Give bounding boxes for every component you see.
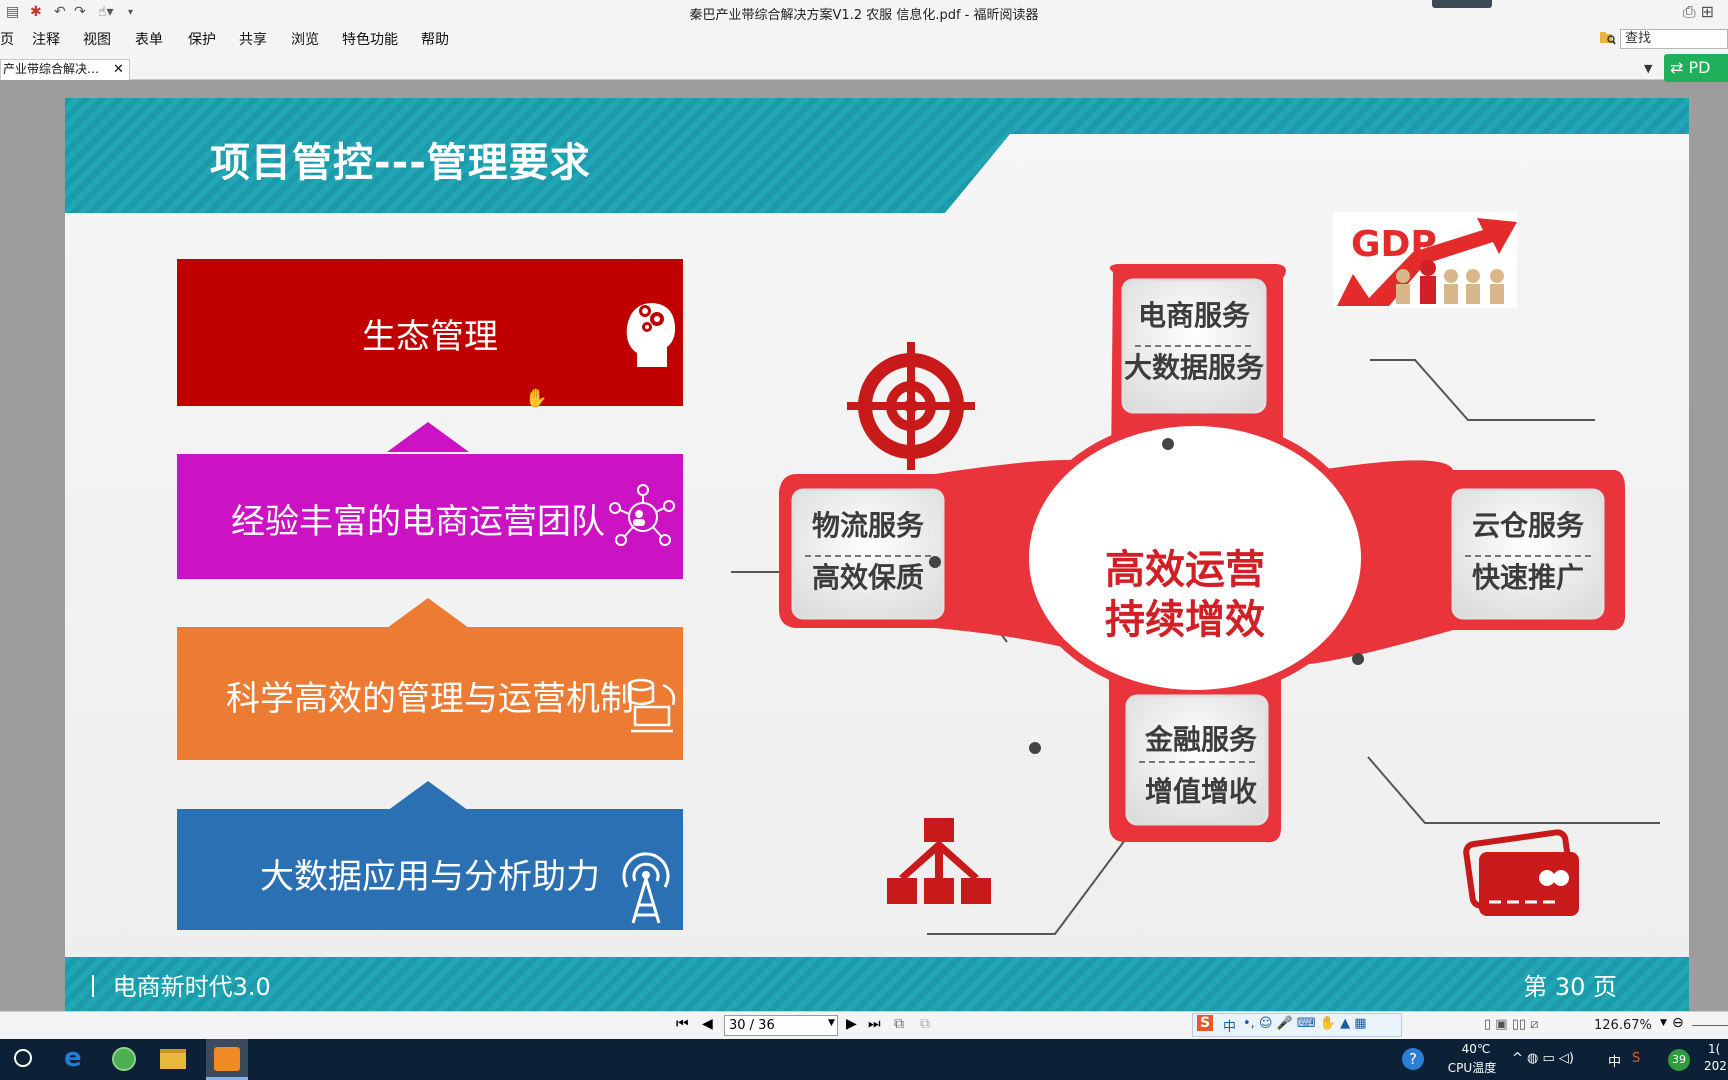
zoom-dropdown-icon[interactable]: ▼ bbox=[1660, 1018, 1667, 1028]
input-method-indicator[interactable]: 中 bbox=[1608, 1051, 1621, 1070]
petal-right: 云仓服务 快速推广 bbox=[1453, 504, 1603, 596]
zoom-slider[interactable] bbox=[1692, 1025, 1728, 1026]
clock-time[interactable]: 1( bbox=[1708, 1042, 1720, 1056]
foxit-taskbar-button[interactable] bbox=[206, 1039, 248, 1080]
petal-left: 物流服务 高效保质 bbox=[793, 504, 943, 596]
tab-label: 产业带综合解决… bbox=[3, 62, 100, 76]
find-folder-icon[interactable] bbox=[1600, 31, 1616, 45]
page-number-input[interactable]: 30 / 36 bbox=[724, 1015, 838, 1036]
ime-mode[interactable]: 中 bbox=[1223, 1016, 1236, 1035]
broadcast-tower-icon bbox=[622, 852, 670, 924]
network-user-icon bbox=[609, 484, 675, 546]
help-icon[interactable]: ? bbox=[1402, 1048, 1424, 1070]
petal-bottom-line1: 金融服务 bbox=[1144, 723, 1257, 756]
hierarchy-blocks-icon bbox=[887, 818, 991, 904]
menu-bar: 页 注释 视图 表单 保护 共享 浏览 特色功能 帮助 bbox=[0, 26, 1728, 56]
pdf-convert-button[interactable]: ⇄ PD bbox=[1664, 54, 1728, 82]
browser-360-icon[interactable] bbox=[112, 1047, 136, 1071]
bar-arrow-magenta bbox=[387, 422, 469, 452]
ime-toolbar[interactable]: S 中 •, ☺ 🎤 ⌨ ✋ ▲ ▦ bbox=[1192, 1013, 1402, 1037]
window-control-icons[interactable]: ⎙ ⊞ bbox=[1683, 2, 1714, 22]
database-computer-icon bbox=[627, 678, 676, 733]
ime-tools-icons[interactable]: •, ☺ 🎤 ⌨ ✋ ▲ ▦ bbox=[1243, 1016, 1367, 1031]
petal-right-line2: 快速推广 bbox=[1471, 561, 1584, 594]
previous-view-icon[interactable]: ⧉ bbox=[894, 1016, 904, 1032]
menu-view[interactable]: 视图 bbox=[83, 29, 111, 49]
credit-card-icon bbox=[1463, 829, 1579, 916]
file-explorer-icon[interactable] bbox=[160, 1049, 186, 1069]
petal-top-line2: 大数据服务 bbox=[1123, 351, 1264, 384]
bar-team: 经验丰富的电商运营团队 bbox=[177, 454, 683, 579]
slide-title: 项目管控---管理要求 bbox=[210, 140, 591, 186]
bar-bigdata-label: 大数据应用与分析助力 bbox=[260, 857, 600, 897]
tray-icons[interactable]: ^ ◍ ▭ ◁) bbox=[1512, 1051, 1574, 1066]
tab-list-dropdown-icon[interactable]: ▼ bbox=[1644, 62, 1652, 75]
view-mode-icons[interactable]: ▯ ▣ ▯▯ ⧄ bbox=[1484, 1017, 1538, 1032]
target-icon bbox=[847, 342, 975, 470]
cpu-temp-label: CPU温度 bbox=[1447, 1061, 1497, 1075]
tab-strip: 产业带综合解决… ✕ bbox=[0, 56, 1728, 80]
next-view-icon[interactable]: ⧉ bbox=[920, 1016, 930, 1032]
tab-document[interactable]: 产业带综合解决… ✕ bbox=[0, 59, 130, 80]
bar-ecology: 生态管理 bbox=[177, 259, 683, 406]
edge-browser-icon[interactable]: e bbox=[64, 1043, 82, 1073]
petal-right-line1: 云仓服务 bbox=[1471, 509, 1584, 542]
center-line1: 高效运营 bbox=[1105, 547, 1265, 593]
bar-bigdata: 大数据应用与分析助力 bbox=[177, 809, 683, 930]
diagram-center: 高效运营 持续增效 bbox=[1085, 545, 1285, 645]
previous-page-icon[interactable]: ◀ bbox=[702, 1016, 713, 1032]
center-line2: 持续增效 bbox=[1105, 597, 1265, 643]
cpu-temp-value: 40℃ bbox=[1461, 1042, 1491, 1056]
foxit-icon bbox=[214, 1047, 240, 1071]
petal-bottom-line2: 增值增收 bbox=[1144, 775, 1257, 808]
sogou-tray-icon[interactable]: S bbox=[1632, 1051, 1640, 1066]
thinking-head-icon bbox=[626, 303, 675, 367]
menu-form[interactable]: 表单 bbox=[135, 29, 163, 49]
zoom-level[interactable]: 126.67% bbox=[1594, 1018, 1652, 1033]
petal-top: 电商服务 大数据服务 bbox=[1123, 294, 1265, 386]
last-page-icon[interactable]: ⏭ bbox=[868, 1016, 881, 1032]
bar-mechanism: 科学高效的管理与运营机制 bbox=[177, 627, 683, 760]
tab-close-icon[interactable]: ✕ bbox=[113, 60, 124, 79]
notification-badge[interactable]: 39 bbox=[1668, 1049, 1690, 1071]
bar-mechanism-label: 科学高效的管理与运营机制 bbox=[226, 679, 634, 719]
next-page-icon[interactable]: ▶ bbox=[846, 1016, 857, 1032]
sogou-logo-icon: S bbox=[1197, 1015, 1214, 1031]
title-bar: ▤ ✱ ↶ ↷ ☝▾ ▾ 秦巴产业带综合解决方案V1.2 农服 信息化.pdf … bbox=[0, 0, 1728, 26]
ribbon-collapse-handle[interactable] bbox=[1432, 0, 1492, 8]
gdp-label: GDP bbox=[1351, 224, 1437, 265]
first-page-icon[interactable]: ⏮ bbox=[676, 1016, 689, 1032]
petal-left-line1: 物流服务 bbox=[811, 509, 924, 542]
bar-arrow-orange bbox=[387, 598, 469, 628]
bar-ecology-label: 生态管理 bbox=[362, 317, 498, 357]
bar-arrow-blue bbox=[387, 781, 469, 811]
pdf-badge-label: PD bbox=[1688, 58, 1711, 77]
zoom-out-icon[interactable]: ⊖ bbox=[1672, 1015, 1684, 1031]
petal-top-line1: 电商服务 bbox=[1137, 299, 1250, 332]
menu-browse[interactable]: 浏览 bbox=[291, 29, 319, 49]
petal-left-line2: 高效保质 bbox=[811, 561, 924, 594]
menu-protect[interactable]: 保护 bbox=[188, 29, 216, 49]
page-navigation-bar: ⏮ ◀ 30 / 36 ▼ ▶ ⏭ ⧉ ⧉ S 中 •, ☺ 🎤 ⌨ ✋ ▲ ▦… bbox=[0, 1011, 1728, 1039]
petal-bottom: 金融服务 增值增收 bbox=[1131, 718, 1271, 810]
menu-page[interactable]: 页 bbox=[0, 29, 14, 49]
footer-left-text: 丨 电商新时代3.0 bbox=[81, 973, 271, 1001]
hand-cursor-icon: ✋ bbox=[525, 388, 548, 409]
clock-date[interactable]: 202 bbox=[1704, 1059, 1727, 1073]
page-dropdown-icon[interactable]: ▼ bbox=[828, 1018, 835, 1028]
search-circle-icon[interactable] bbox=[14, 1049, 32, 1067]
slide-footer: 丨 电商新时代3.0 第 30 页 bbox=[65, 957, 1689, 1011]
pdf-page: 项目管控---管理要求 生态管理 经验丰富的电商运营团队 科学高效的管理与运营机… bbox=[65, 98, 1689, 1011]
windows-taskbar: e ? 40℃ CPU温度 ^ ◍ ▭ ◁) 中 S 39 1( 202 bbox=[0, 1039, 1728, 1080]
menu-share[interactable]: 共享 bbox=[239, 29, 267, 49]
menu-help[interactable]: 帮助 bbox=[421, 29, 449, 49]
menu-annotate[interactable]: 注释 bbox=[32, 29, 60, 49]
page-number-label: 第 30 页 bbox=[1523, 973, 1617, 1001]
menu-special[interactable]: 特色功能 bbox=[342, 29, 398, 49]
bar-team-label: 经验丰富的电商运营团队 bbox=[231, 502, 605, 542]
search-input[interactable]: 查找 bbox=[1620, 29, 1728, 49]
